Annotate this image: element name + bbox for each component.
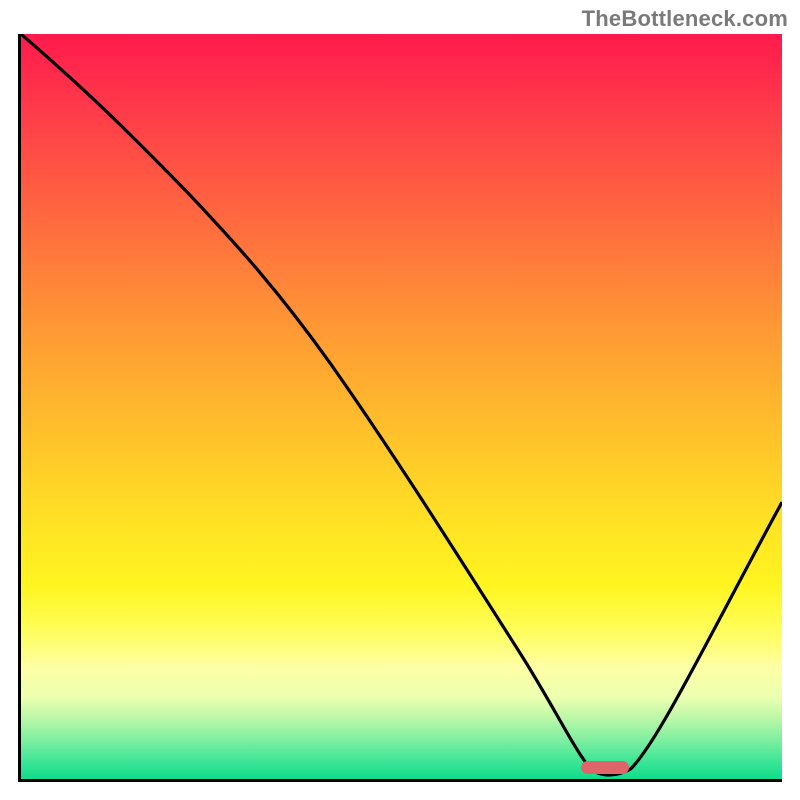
optimal-range-marker	[581, 761, 629, 774]
plot-area	[18, 34, 782, 782]
bottleneck-curve-path	[21, 34, 782, 775]
watermark-text: TheBottleneck.com	[582, 6, 788, 32]
bottleneck-curve-svg	[21, 34, 782, 779]
chart-container: TheBottleneck.com	[0, 0, 800, 800]
